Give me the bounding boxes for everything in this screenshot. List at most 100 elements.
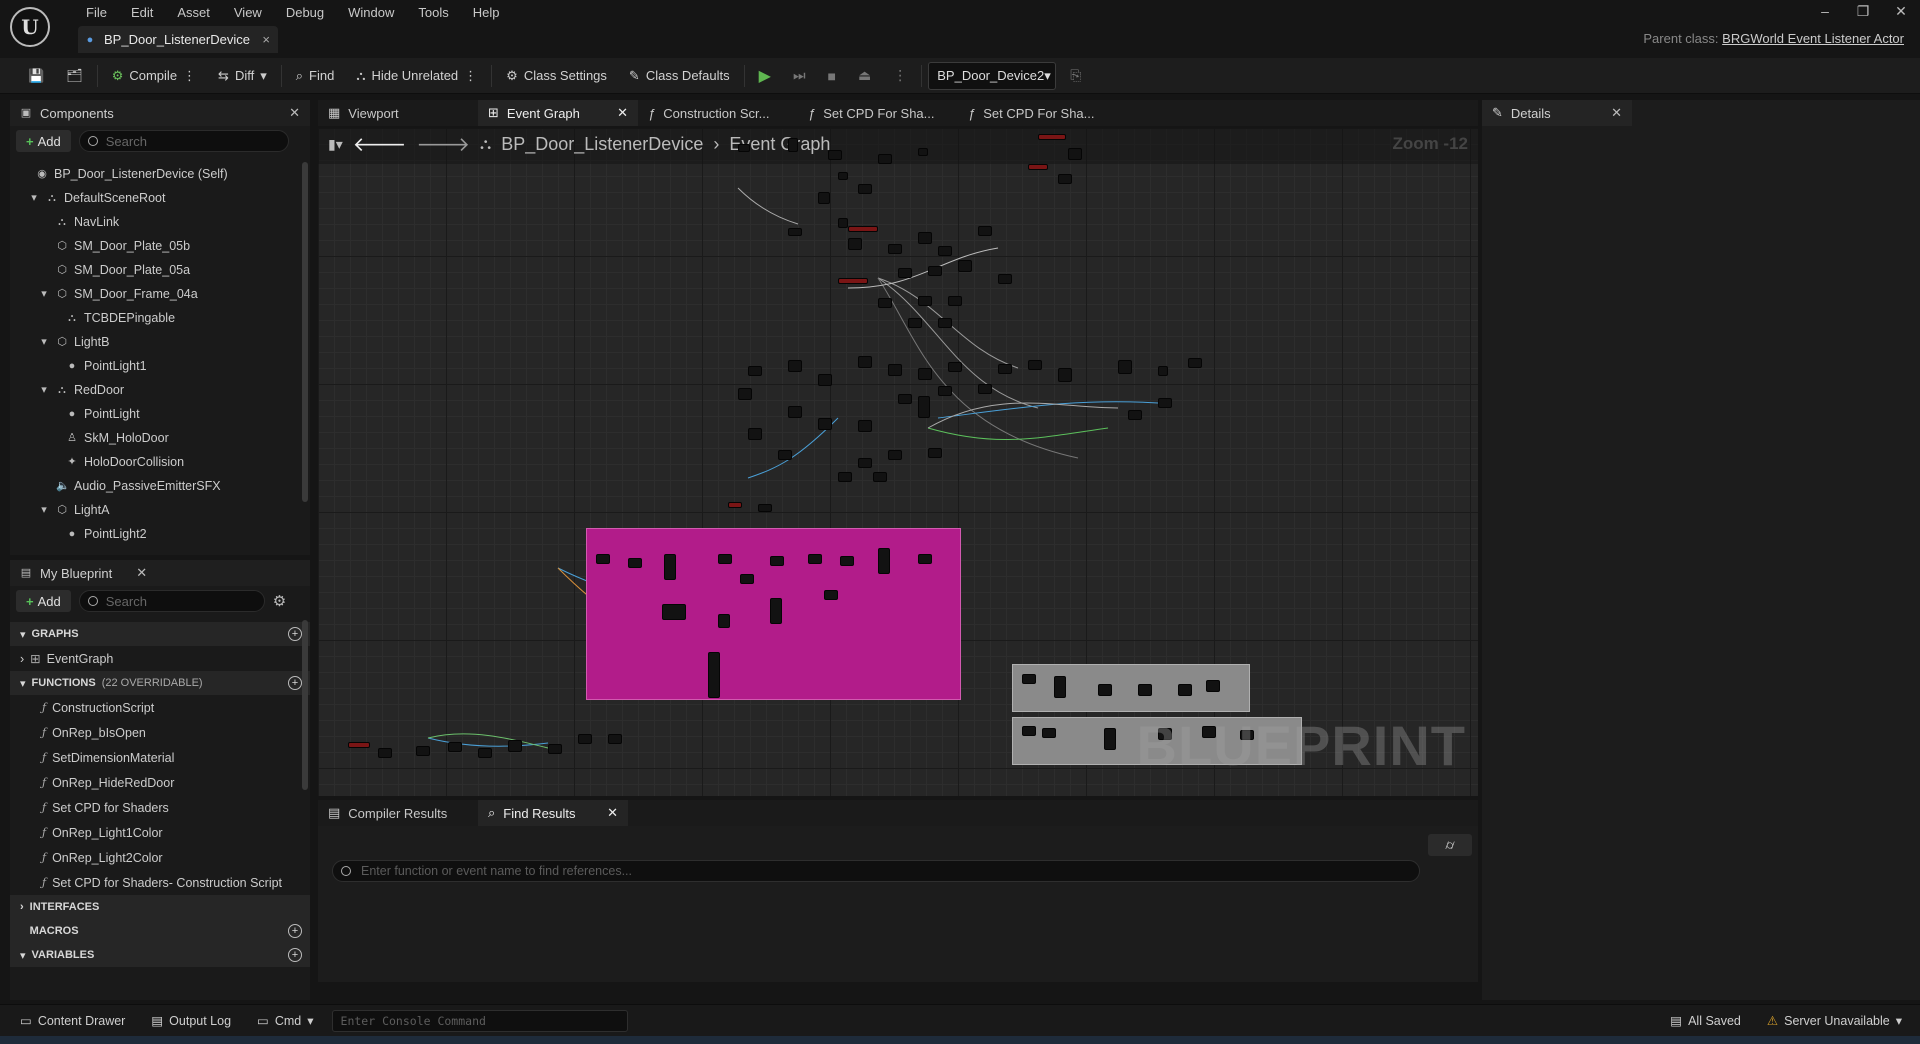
graph-node[interactable] [664, 554, 676, 580]
components-search-input[interactable]: Search [78, 130, 289, 152]
menu-asset[interactable]: Asset [165, 5, 222, 20]
settings-gear-icon[interactable]: ⚙ [273, 592, 286, 610]
graph-node[interactable] [770, 598, 782, 624]
component-tree-item[interactable]: ● PointLight1 [10, 354, 310, 378]
play-button[interactable]: ▶ [751, 62, 779, 90]
add-function-icon[interactable]: + [288, 676, 302, 690]
graph-node[interactable] [1042, 728, 1056, 738]
expand-arrow-icon[interactable]: ▾ [28, 192, 40, 204]
graph-node[interactable] [1206, 680, 1220, 692]
function-item[interactable]: ƒ OnRep_HideRedDoor [10, 770, 310, 795]
my-blueprint-scrollbar[interactable] [302, 620, 308, 790]
graph-node[interactable] [998, 274, 1012, 284]
graph-node[interactable] [1104, 728, 1116, 750]
tab-construction-script[interactable]: ƒ Construction Scr... [638, 100, 798, 126]
graph-node[interactable] [1054, 676, 1066, 698]
component-tree-item[interactable]: ⛬ TCBDEPingable [10, 306, 310, 330]
component-tree-item[interactable]: ▾ ⬡ LightB [10, 330, 310, 354]
graph-node[interactable] [728, 502, 742, 508]
function-item[interactable]: ƒ SetDimensionMaterial [10, 745, 310, 770]
graph-node[interactable] [788, 138, 798, 152]
graph-node[interactable] [818, 374, 832, 386]
graph-node[interactable] [1058, 368, 1072, 382]
expand-arrow-icon[interactable]: ▾ [38, 384, 50, 396]
tab-set-cpd-1[interactable]: ƒ Set CPD For Sha... [798, 100, 958, 126]
debug-filter-icon[interactable]: ⎘ [1062, 62, 1089, 90]
graph-node[interactable] [938, 386, 952, 396]
graph-node[interactable] [838, 218, 848, 228]
graph-node[interactable] [1118, 360, 1132, 374]
class-settings-button[interactable]: ⚙ Class Settings [498, 62, 615, 90]
graph-node[interactable] [770, 556, 784, 566]
graph-node[interactable] [1158, 398, 1172, 408]
class-defaults-button[interactable]: ✎ Class Defaults [621, 62, 738, 90]
document-tab[interactable]: ● BP_Door_ListenerDevice × [78, 26, 278, 53]
graph-node[interactable] [858, 458, 872, 468]
graph-node[interactable] [608, 734, 622, 744]
expand-arrow-icon[interactable]: ▾ [38, 504, 50, 516]
graph-node[interactable] [818, 418, 832, 430]
graph-node[interactable] [918, 554, 932, 564]
component-tree-item[interactable]: ⛬ NavLink [10, 210, 310, 234]
graph-node[interactable] [548, 744, 562, 754]
menu-window[interactable]: Window [336, 5, 406, 20]
graph-node[interactable] [848, 238, 862, 250]
graph-node[interactable] [718, 554, 732, 564]
graph-node[interactable] [628, 558, 642, 568]
graph-node[interactable] [838, 472, 852, 482]
graph-node[interactable] [858, 184, 872, 194]
interfaces-section[interactable]: › INTERFACES [10, 895, 310, 919]
console-command-input[interactable]: Enter Console Command [331, 1009, 628, 1032]
graph-node[interactable] [828, 150, 842, 160]
graph-node[interactable] [708, 652, 720, 698]
component-tree-item[interactable]: ▾ ⛬ RedDoor [10, 378, 310, 402]
add-macro-icon[interactable]: + [288, 924, 302, 938]
graph-node[interactable] [908, 318, 922, 328]
component-tree-item[interactable]: ● PointLight [10, 402, 310, 426]
graph-node[interactable] [748, 366, 762, 376]
graph-node[interactable] [596, 554, 610, 564]
graph-node[interactable] [873, 472, 887, 482]
menu-edit[interactable]: Edit [119, 5, 165, 20]
graph-node[interactable] [898, 394, 912, 404]
function-item[interactable]: ƒ Set CPD for Shaders- Construction Scrip… [10, 870, 310, 895]
find-button[interactable]: ⌕ Find [288, 62, 343, 90]
graph-node[interactable] [1138, 684, 1152, 696]
tab-compiler-results[interactable]: ▤ Compiler Results [318, 800, 478, 826]
close-panel-icon[interactable]: ✕ [1611, 105, 1622, 121]
graph-node[interactable] [740, 574, 754, 584]
graph-node[interactable] [918, 148, 928, 156]
close-tab-icon[interactable]: × [262, 32, 270, 47]
graph-node[interactable] [878, 548, 890, 574]
close-tab-icon[interactable]: ✕ [617, 105, 628, 121]
component-tree-item[interactable]: ♙ SkM_HoloDoor [10, 426, 310, 450]
add-member-button[interactable]: + Add [16, 590, 71, 612]
graph-node[interactable] [788, 228, 802, 236]
function-item[interactable]: ƒ OnRep_bIsOpen [10, 720, 310, 745]
menu-debug[interactable]: Debug [274, 5, 336, 20]
graph-node[interactable] [918, 296, 932, 306]
my-blueprint-search-input[interactable]: Search [78, 590, 265, 612]
graph-node[interactable] [824, 590, 838, 600]
graph-node[interactable] [478, 748, 492, 758]
component-tree-item[interactable]: ▾ ⛬ DefaultSceneRoot [10, 186, 310, 210]
function-item[interactable]: ƒ OnRep_Light1Color [10, 820, 310, 845]
graph-node[interactable] [378, 748, 392, 758]
more-options-icon[interactable]: ⋮ [464, 68, 477, 84]
close-panel-icon[interactable]: ✕ [136, 565, 147, 581]
minimize-button[interactable]: – [1806, 3, 1844, 19]
graph-node[interactable] [978, 226, 992, 236]
graph-node[interactable] [878, 298, 892, 308]
all-saved-button[interactable]: ▤ All Saved [1662, 1009, 1749, 1033]
graph-node[interactable] [416, 746, 430, 756]
expand-arrow-icon[interactable]: ▾ [38, 336, 50, 348]
browse-icon[interactable]: 🗂 [58, 62, 91, 90]
menu-tools[interactable]: Tools [406, 5, 460, 20]
graph-node[interactable] [958, 260, 972, 272]
graph-node[interactable] [578, 734, 592, 744]
graph-node[interactable] [448, 742, 462, 752]
macros-section[interactable]: ›MACROS+ [10, 919, 310, 943]
graph-node[interactable] [1028, 360, 1042, 370]
graph-node[interactable] [748, 428, 762, 440]
hide-unrelated-button[interactable]: ⛬ Hide Unrelated ⋮ [348, 62, 485, 90]
